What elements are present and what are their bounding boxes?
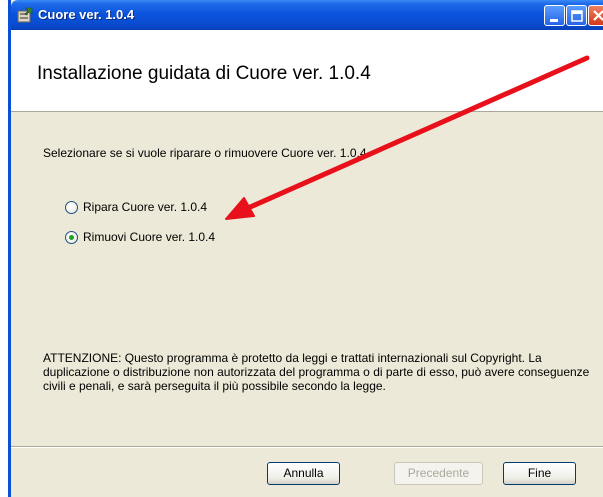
repair-radio[interactable] — [65, 200, 78, 214]
maximize-button[interactable] — [566, 5, 587, 26]
minimize-icon — [550, 19, 558, 22]
close-button[interactable] — [588, 5, 603, 26]
close-icon — [593, 10, 603, 21]
finish-button[interactable]: Fine — [503, 462, 576, 485]
instruction-text: Selezionare se si vuole riparare o rimuo… — [43, 146, 370, 160]
remove-label: Rimuovi Cuore ver. 1.0.4 — [83, 230, 216, 244]
remove-radio[interactable] — [65, 230, 78, 244]
copyright-warning: ATTENZIONE: Questo programma è protetto … — [43, 351, 590, 393]
wizard-title: Installazione guidata di Cuore ver. 1.0.… — [37, 63, 371, 84]
cancel-button[interactable]: Annulla — [267, 462, 340, 485]
title-bar[interactable]: Cuore ver. 1.0.4 — [11, 0, 603, 30]
footer-divider — [11, 446, 603, 448]
window-title: Cuore ver. 1.0.4 — [38, 7, 135, 22]
minimize-button[interactable] — [544, 5, 565, 26]
repair-label: Ripara Cuore ver. 1.0.4 — [83, 200, 208, 214]
back-button[interactable]: Precedente — [394, 462, 483, 485]
remove-option[interactable]: Rimuovi Cuore ver. 1.0.4 — [65, 229, 215, 245]
repair-option[interactable]: Ripara Cuore ver. 1.0.4 — [65, 199, 207, 215]
installer-icon — [17, 7, 34, 23]
wizard-header: Installazione guidata di Cuore ver. 1.0.… — [11, 30, 603, 112]
installer-window: Cuore ver. 1.0.4 Installazione guidata d… — [8, 0, 603, 497]
